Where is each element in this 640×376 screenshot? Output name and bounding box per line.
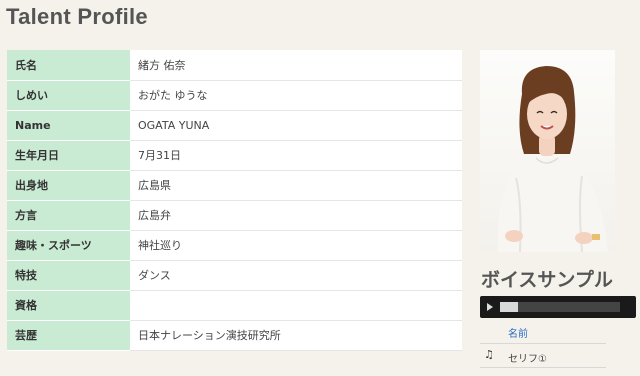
track-item[interactable]: セリフ① (508, 350, 547, 365)
row-value-hobby: 神社巡り (130, 230, 462, 261)
audio-progress-fill (500, 302, 518, 312)
table-row: 特技 ダンス (7, 260, 462, 291)
audio-player[interactable] (480, 296, 636, 318)
voice-sample-heading: ボイスサンプル (481, 269, 613, 291)
play-icon[interactable] (487, 303, 493, 311)
row-value-name: 緒方 佑奈 (130, 50, 462, 81)
profile-table: 氏名 緒方 佑奈 しめい おがた ゆうな Name OGATA YUNA 生年月… (7, 50, 462, 351)
row-value-reading: おがた ゆうな (130, 80, 462, 111)
row-label-birthday: 生年月日 (7, 140, 130, 171)
music-note-icon: ♫ (484, 348, 494, 361)
row-label-hobby: 趣味・スポーツ (7, 230, 130, 261)
row-value-dialect: 広島弁 (130, 200, 462, 231)
profile-photo (480, 50, 615, 252)
divider (480, 367, 606, 368)
row-value-skill: ダンス (130, 260, 462, 291)
row-label-reading: しめい (7, 80, 130, 111)
track-name-link[interactable]: 名前 (508, 325, 528, 340)
row-value-hometown: 広島県 (130, 170, 462, 201)
row-label-career: 芸歴 (7, 320, 130, 351)
row-label-qualification: 資格 (7, 290, 130, 321)
table-row: Name OGATA YUNA (7, 110, 462, 141)
row-value-romaji: OGATA YUNA (130, 110, 462, 141)
page-title: Talent Profile (6, 4, 148, 29)
row-value-qualification (130, 290, 462, 321)
row-label-hometown: 出身地 (7, 170, 130, 201)
audio-progress-bar[interactable] (500, 302, 620, 312)
row-value-career: 日本ナレーション演技研究所 (130, 320, 462, 351)
table-row: 芸歴 日本ナレーション演技研究所 (7, 320, 462, 351)
row-value-birthday: 7月31日 (130, 140, 462, 171)
row-label-name: 氏名 (7, 50, 130, 81)
table-row: 趣味・スポーツ 神社巡り (7, 230, 462, 261)
table-row: 生年月日 7月31日 (7, 140, 462, 171)
row-label-skill: 特技 (7, 260, 130, 291)
divider (480, 343, 606, 344)
table-row: 出身地 広島県 (7, 170, 462, 201)
row-label-romaji: Name (7, 110, 130, 141)
row-label-dialect: 方言 (7, 200, 130, 231)
table-row: 方言 広島弁 (7, 200, 462, 231)
table-row: 氏名 緒方 佑奈 (7, 50, 462, 81)
table-row: しめい おがた ゆうな (7, 80, 462, 111)
table-row: 資格 (7, 290, 462, 321)
